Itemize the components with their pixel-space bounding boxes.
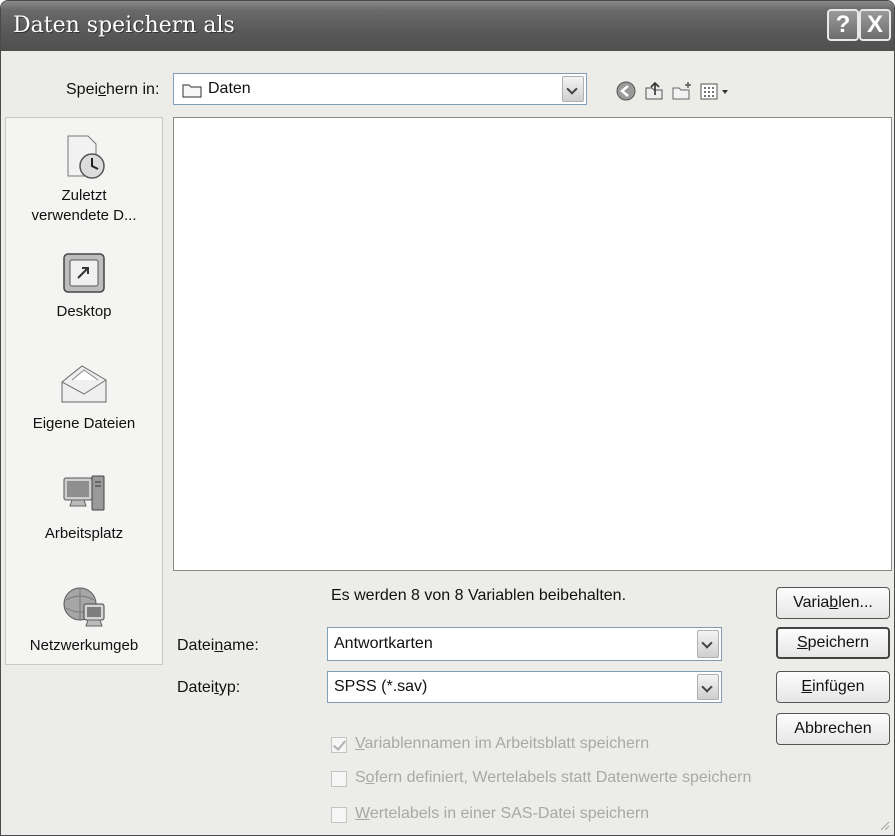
place-my-computer[interactable]: Arbeitsplatz — [6, 470, 162, 544]
save-in-label: Speichern in: — [66, 81, 160, 98]
view-menu-icon[interactable] — [699, 80, 733, 102]
checkbox-box[interactable] — [331, 771, 347, 787]
checkbox-label: Wertelabels in einer SAS-Datei speichern — [355, 805, 650, 822]
place-label: Eigene Dateien — [32, 415, 136, 432]
filetype-label: Dateityp: — [177, 679, 241, 696]
place-label: Arbeitsplatz — [44, 525, 124, 542]
desktop-icon — [63, 253, 105, 293]
filename-label: Dateiname: — [177, 637, 259, 654]
save-in-value: Daten — [208, 80, 251, 97]
folder-icon — [182, 84, 202, 98]
file-list[interactable] — [173, 117, 892, 571]
filename-value: Antwortkarten — [334, 635, 433, 652]
save-button[interactable]: Speichern — [776, 627, 890, 659]
chevron-down-icon[interactable] — [697, 630, 719, 658]
place-label: verwendete D... — [31, 207, 137, 224]
filetype-dropdown[interactable]: SPSS (*.sav) — [327, 671, 722, 703]
filename-input[interactable]: Antwortkarten — [327, 627, 722, 661]
recent-documents-icon — [67, 135, 105, 179]
save-data-as-dialog: Daten speichern als ? X Speichern in: Da… — [0, 0, 895, 836]
place-network[interactable]: Netzwerkumgeb — [6, 582, 162, 656]
checkbox-box[interactable] — [331, 807, 347, 823]
up-folder-icon[interactable] — [643, 80, 665, 102]
back-icon[interactable] — [615, 80, 637, 102]
checkbox-label: Sofern definiert, Wertelabels statt Date… — [355, 769, 752, 786]
my-documents-icon — [61, 365, 107, 403]
my-computer-icon — [63, 475, 105, 511]
checkbox-label: Variablennamen im Arbeitsblatt speichern — [355, 735, 650, 752]
filetype-value: SPSS (*.sav) — [334, 678, 428, 695]
network-icon — [63, 587, 105, 627]
chevron-down-icon[interactable] — [562, 76, 584, 102]
resize-grip-icon[interactable] — [878, 819, 890, 831]
dialog-title: Daten speichern als — [13, 13, 235, 38]
close-button[interactable]: X — [859, 9, 891, 41]
place-label: Netzwerkumgeb — [29, 637, 139, 654]
help-button[interactable]: ? — [827, 9, 859, 41]
place-recent[interactable]: Zuletzt verwendete D... — [6, 132, 162, 226]
new-folder-icon[interactable] — [671, 80, 693, 102]
variables-info-text: Es werden 8 von 8 Variablen beibehalten. — [331, 587, 627, 604]
save-in-dropdown[interactable]: Daten — [173, 73, 587, 105]
cancel-button[interactable]: Abbrechen — [776, 713, 890, 745]
place-label: Zuletzt — [61, 187, 107, 204]
places-bar: Zuletzt verwendete D... Desktop Eigene D… — [5, 117, 163, 665]
variables-button[interactable]: Variablen... — [776, 587, 890, 619]
checkbox-box[interactable] — [331, 737, 347, 753]
title-bar[interactable]: Daten speichern als ? X — [1, 1, 894, 51]
place-desktop[interactable]: Desktop — [6, 248, 162, 322]
chevron-down-icon[interactable] — [697, 674, 719, 700]
place-label: Desktop — [56, 303, 112, 320]
place-my-documents[interactable]: Eigene Dateien — [6, 360, 162, 434]
paste-button[interactable]: Einfügen — [776, 671, 890, 703]
